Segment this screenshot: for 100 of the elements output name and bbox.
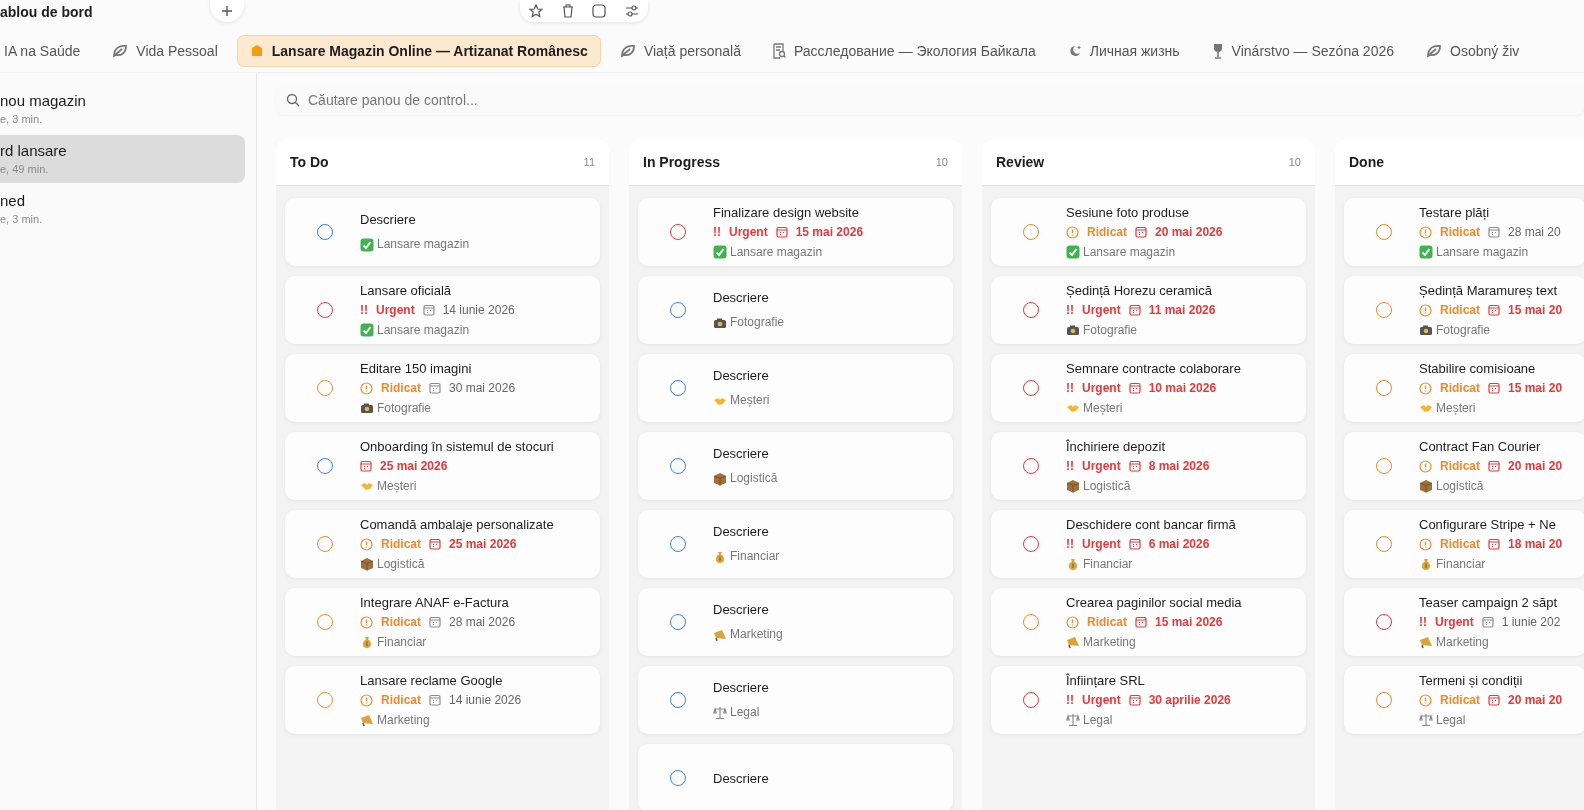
due-date: 30 aprilie 2026 bbox=[1148, 691, 1231, 709]
add-button[interactable] bbox=[210, 0, 244, 22]
category-label: Lansare magazin bbox=[377, 236, 470, 253]
trash-icon[interactable] bbox=[561, 4, 574, 18]
task-card[interactable]: Lansare reclame Google Ridicat 14 iunie 2026 Marketing bbox=[285, 666, 600, 734]
task-card[interactable]: Descriere Legal bbox=[638, 666, 953, 734]
task-title: Semnare contracte colaborare bbox=[1066, 359, 1241, 377]
category-label: Financiar bbox=[377, 633, 427, 651]
priority-mark: !! bbox=[1066, 535, 1074, 553]
category-label: Lansare magazin bbox=[1083, 243, 1176, 261]
priority-label: Urgent bbox=[729, 223, 768, 241]
task-title: Ședință Maramureș text bbox=[1419, 281, 1558, 299]
sidebar-item[interactable]: rd lansare e, 49 min. bbox=[0, 135, 245, 183]
column-count: 10 bbox=[935, 156, 948, 168]
tab[interactable]: Viață personală bbox=[606, 35, 754, 67]
task-card[interactable]: Configurare Stripe + Ne Ridicat 18 mai 20 Financiar bbox=[1344, 510, 1584, 578]
task-card[interactable]: Finalizare design website !! Urgent 15 mai 2026 Lansare magazin bbox=[638, 198, 953, 266]
due-date: 28 mai 2026 bbox=[449, 613, 516, 631]
due-date: 30 mai 2026 bbox=[449, 379, 516, 397]
camera-icon bbox=[360, 401, 374, 415]
star-icon[interactable] bbox=[529, 4, 544, 18]
money-bag-icon bbox=[360, 635, 374, 649]
category-label: Marketing bbox=[730, 626, 783, 643]
task-title: Descriere bbox=[713, 679, 769, 696]
box-icon bbox=[360, 557, 374, 571]
priority-label: Urgent bbox=[376, 301, 415, 319]
task-card[interactable]: Închiriere depozit !! Urgent 8 mai 2026 Logistică bbox=[991, 432, 1306, 500]
calendar-icon bbox=[429, 538, 441, 550]
check-icon bbox=[360, 237, 374, 252]
tab[interactable]: Lansare Magazin Online — Artizanat Românesc bbox=[236, 35, 601, 67]
task-card[interactable]: Testare plăți Ridicat 28 mai 20 Lansare magazin bbox=[1344, 198, 1584, 266]
square-outline-icon[interactable] bbox=[592, 4, 607, 18]
tab[interactable]: Личная жизнь bbox=[1054, 35, 1193, 67]
priority-label: Ridicat bbox=[1440, 691, 1480, 709]
task-card[interactable]: Descriere Logistică bbox=[638, 432, 953, 500]
priority-mark: !! bbox=[360, 301, 368, 319]
due-date: 11 mai 2026 bbox=[1148, 301, 1216, 319]
search-field[interactable]: Căutare panou de control... bbox=[276, 85, 1584, 115]
task-card[interactable]: Lansare oficială !! Urgent 14 iunie 2026 Lansare magazin bbox=[285, 276, 600, 344]
task-card[interactable]: Sesiune foto produse Ridicat 20 mai 2026 Lansare magazin bbox=[991, 198, 1306, 266]
priority-label: Ridicat bbox=[1440, 301, 1480, 319]
task-title: Descriere bbox=[713, 289, 770, 306]
task-title: Închiriere depozit bbox=[1066, 437, 1166, 455]
task-card[interactable]: Teaser campaign 2 săpt !! Urgent 1 iunie 202 Marketing bbox=[1344, 588, 1584, 656]
tab[interactable]: Vinárstvo — Sezóna 2026 bbox=[1198, 35, 1407, 67]
category-label: Logistică bbox=[1083, 477, 1131, 495]
priority-label: Ridicat bbox=[381, 379, 421, 397]
task-card[interactable]: Descriere Financiar bbox=[638, 510, 953, 578]
priority-mark: !! bbox=[1066, 691, 1074, 709]
priority-label: Urgent bbox=[1082, 535, 1121, 553]
task-card[interactable]: Crearea paginilor social media Ridicat 15 mai 2026 Marketing bbox=[991, 588, 1306, 656]
tab[interactable]: Расследование — Экология Байкала bbox=[759, 35, 1049, 67]
sidebar-item[interactable]: ned e, 3 min. bbox=[0, 185, 245, 233]
priority-mark: !! bbox=[713, 223, 721, 241]
task-card[interactable]: Descriere Fotografie bbox=[638, 276, 953, 344]
camera-icon bbox=[1066, 323, 1080, 337]
calendar-icon bbox=[1128, 694, 1141, 706]
task-card[interactable]: Editare 150 imagini Ridicat 30 mai 2026 Fotografie bbox=[285, 354, 600, 422]
task-title: Integrare ANAF e-Factura bbox=[360, 593, 510, 611]
money-bag-icon bbox=[1066, 557, 1080, 571]
task-card[interactable]: Descriere Lansare magazin bbox=[285, 198, 600, 266]
calendar-icon bbox=[1481, 616, 1494, 628]
box-icon bbox=[713, 471, 727, 486]
task-card[interactable]: Integrare ANAF e-Factura Ridicat 28 mai 2026 Financiar bbox=[285, 588, 600, 656]
priority-label: Ridicat bbox=[1440, 457, 1480, 475]
task-card[interactable]: Descriere Marketing bbox=[638, 588, 953, 656]
task-card[interactable]: Deschidere cont bancar firmă !! Urgent 6 mai 2026 Financiar bbox=[991, 510, 1306, 578]
due-date: 20 mai 2026 bbox=[1155, 223, 1223, 241]
task-card[interactable]: Descriere Meșteri bbox=[638, 354, 953, 422]
tab[interactable]: Vida Pessoal bbox=[99, 35, 231, 67]
task-card[interactable]: Termeni și condiții Ridicat 20 mai 20 Legal bbox=[1344, 666, 1584, 734]
category-label: Logistică bbox=[730, 470, 778, 487]
task-title: Descriere bbox=[360, 211, 417, 228]
tab[interactable]: Osobný živ bbox=[1413, 35, 1533, 67]
scales-icon bbox=[1066, 713, 1080, 727]
task-card[interactable]: Onboarding în sistemul de stocuri 25 mai 2026 Meșteri bbox=[285, 432, 600, 500]
task-card[interactable]: Ședință Horezu ceramică !! Urgent 11 mai 2026 Fotografie bbox=[991, 276, 1306, 344]
priority-mark: !! bbox=[1066, 457, 1074, 475]
task-title: Stabilire comisioane bbox=[1419, 359, 1537, 377]
calendar-icon bbox=[1135, 226, 1147, 238]
priority-label: Ridicat bbox=[381, 613, 421, 631]
priority-label: Ridicat bbox=[1440, 379, 1480, 397]
calendar-icon bbox=[1128, 304, 1141, 316]
sidebar-item[interactable]: nou magazin e, 3 min. bbox=[0, 85, 245, 133]
task-card[interactable]: Stabilire comisioane Ridicat 15 mai 20 Meșteri bbox=[1344, 354, 1584, 422]
calendar-icon bbox=[422, 304, 435, 316]
task-card[interactable]: Descriere bbox=[638, 744, 953, 810]
tab[interactable]: IA na Saúde bbox=[3, 35, 94, 67]
task-title: Înființare SRL bbox=[1066, 671, 1146, 689]
check-icon bbox=[360, 323, 374, 337]
task-card[interactable]: Comandă ambalaje personalizate Ridicat 25 mai 2026 Logistică bbox=[285, 510, 600, 578]
exclamation-circle-icon bbox=[360, 693, 373, 707]
task-card[interactable]: Înființare SRL !! Urgent 30 aprilie 2026 Legal bbox=[991, 666, 1306, 734]
task-card[interactable]: Contract Fan Courier Ridicat 20 mai 20 Logistică bbox=[1344, 432, 1584, 500]
due-date: 15 mai 20 bbox=[1508, 301, 1563, 319]
task-card[interactable]: Ședință Maramureș text Ridicat 15 mai 20 Fotografie bbox=[1344, 276, 1584, 344]
due-date: 15 mai 20 bbox=[1508, 379, 1563, 397]
task-card[interactable]: Semnare contracte colaborare !! Urgent 10 mai 2026 Meșteri bbox=[991, 354, 1306, 422]
sliders-icon[interactable] bbox=[624, 4, 639, 18]
search-icon bbox=[286, 93, 300, 107]
